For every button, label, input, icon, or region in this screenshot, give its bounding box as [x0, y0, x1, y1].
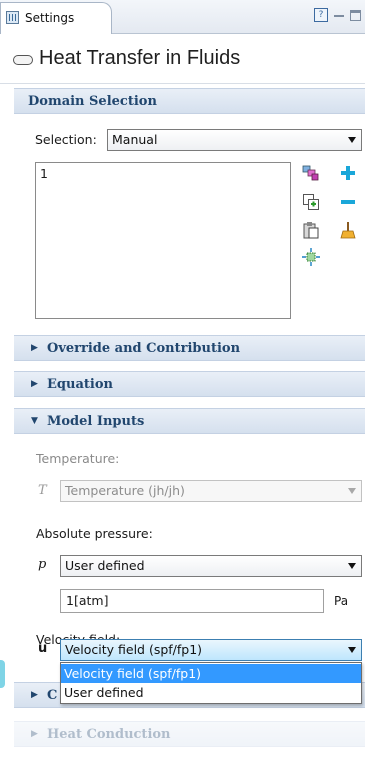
pressure-label: Absolute pressure: — [36, 526, 153, 541]
edge-indicator — [0, 660, 5, 688]
maximize-icon[interactable] — [350, 9, 361, 21]
clear-selection-icon[interactable] — [339, 221, 357, 239]
chevron-right-icon: ▶ — [31, 690, 38, 700]
chevron-down-icon — [348, 137, 356, 143]
chevron-right-icon: ▶ — [31, 379, 38, 389]
chevron-down-icon — [348, 647, 356, 653]
chevron-right-icon: ▶ — [31, 729, 38, 739]
tab-settings[interactable]: Settings — [0, 2, 112, 34]
pressure-unit: Pa — [334, 594, 349, 608]
velocity-option[interactable]: Velocity field (spf/fp1) — [61, 664, 361, 683]
temperature-symbol: T — [38, 483, 47, 498]
section-equation-label: Equation — [47, 377, 113, 392]
pressure-dropdown-value: User defined — [65, 558, 145, 573]
chevron-right-icon: ▶ — [31, 343, 38, 353]
section-equation[interactable]: ▶ Equation — [14, 371, 365, 397]
temperature-dropdown-value: Temperature (jh/jh) — [65, 483, 185, 498]
pressure-dropdown[interactable]: User defined — [60, 555, 362, 577]
section-override-contribution[interactable]: ▶ Override and Contribution — [14, 335, 365, 361]
section-heat-conduction[interactable]: ▶ Heat Conduction — [14, 721, 365, 747]
remove-from-selection-icon[interactable] — [339, 193, 357, 211]
velocity-dropdown-value: Velocity field (spf/fp1) — [65, 642, 203, 657]
temperature-dropdown: Temperature (jh/jh) — [60, 480, 362, 502]
tab-strip: Settings ? — [0, 0, 365, 34]
title-row: Heat Transfer in Fluids — [0, 34, 365, 84]
select-domains-icon[interactable] — [302, 164, 320, 182]
temperature-label: Temperature: — [36, 451, 120, 466]
page-title: Heat Transfer in Fluids — [39, 47, 241, 69]
add-to-selection-icon[interactable] — [339, 164, 357, 182]
section-domain-selection-label: Domain Selection — [28, 94, 157, 109]
selection-dropdown-value: Manual — [112, 132, 158, 147]
window-controls: ? — [314, 6, 361, 24]
pressure-input-value: 1[atm] — [66, 593, 109, 608]
section-model-inputs[interactable]: ▼ Model Inputs — [14, 408, 365, 434]
velocity-options-list[interactable]: Velocity field (spf/fp1) User defined — [60, 662, 362, 704]
selection-listbox[interactable]: 1 — [35, 162, 291, 319]
section-partially-hidden-label: C — [47, 688, 58, 703]
minimize-icon[interactable] — [334, 10, 344, 20]
velocity-option[interactable]: User defined — [61, 683, 361, 702]
selection-label: Selection: — [35, 132, 97, 147]
selection-dropdown[interactable]: Manual — [107, 129, 362, 151]
tab-settings-label: Settings — [25, 11, 75, 25]
chevron-down-icon — [348, 488, 356, 494]
zoom-to-selection-icon[interactable] — [302, 248, 320, 266]
velocity-symbol: u — [38, 641, 48, 656]
copy-selection-icon[interactable] — [302, 193, 320, 211]
pressure-symbol: p — [38, 557, 47, 572]
section-override-label: Override and Contribution — [47, 341, 241, 356]
velocity-dropdown[interactable]: Velocity field (spf/fp1) — [60, 639, 362, 661]
paste-selection-icon[interactable] — [302, 221, 320, 239]
settings-grid-icon — [6, 11, 19, 24]
pressure-input[interactable]: 1[atm] — [60, 589, 324, 613]
list-item[interactable]: 1 — [40, 166, 48, 181]
physics-interface-icon — [13, 55, 33, 65]
section-heat-conduction-label: Heat Conduction — [47, 727, 171, 742]
help-icon[interactable]: ? — [314, 8, 328, 22]
chevron-down-icon: ▼ — [31, 416, 38, 426]
chevron-down-icon — [348, 563, 356, 569]
section-model-inputs-label: Model Inputs — [47, 414, 145, 429]
section-domain-selection[interactable]: Domain Selection — [14, 88, 365, 114]
